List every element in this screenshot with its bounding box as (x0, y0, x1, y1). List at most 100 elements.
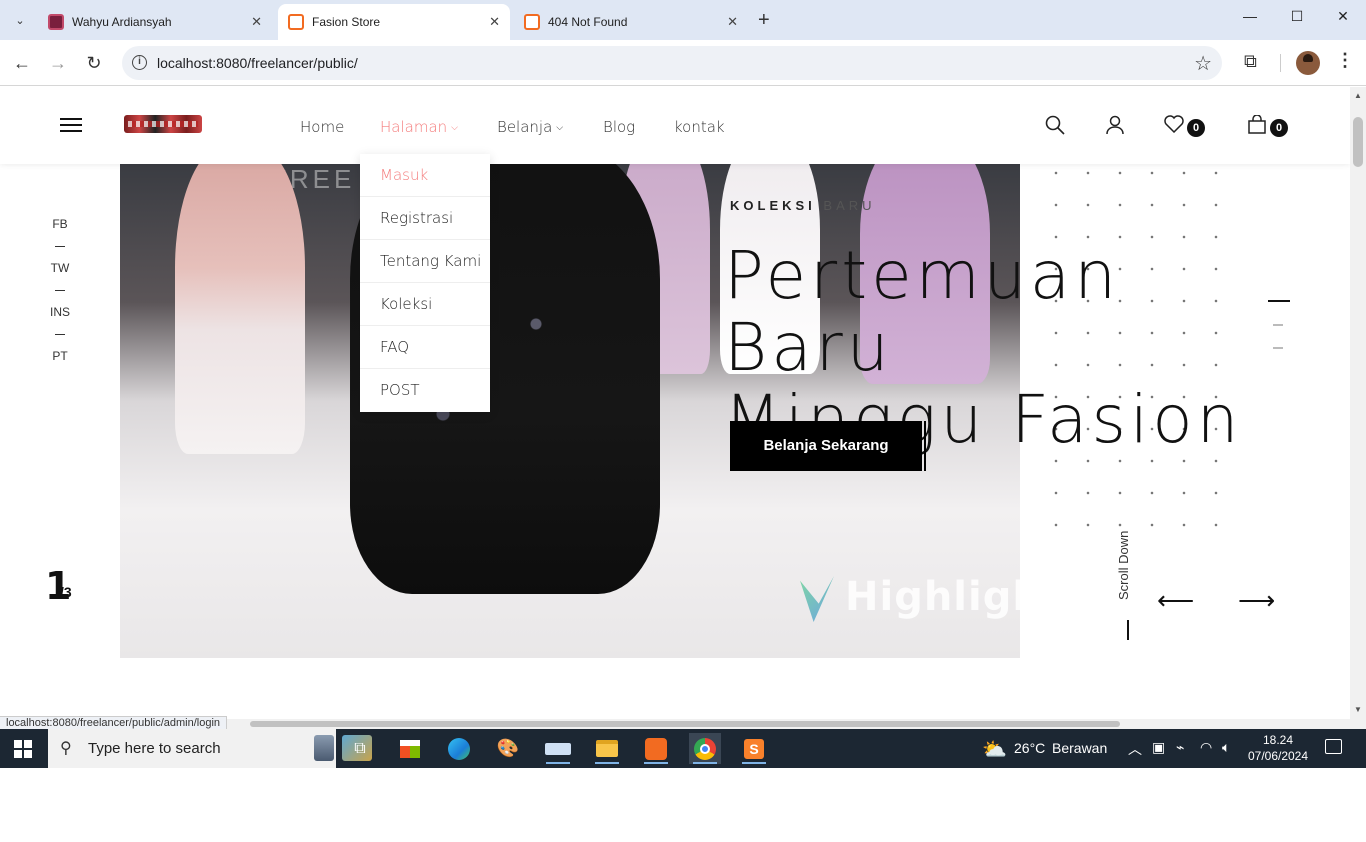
social-link-tw[interactable]: TW (40, 261, 80, 275)
cart-count-badge: 0 (1270, 119, 1288, 137)
taskbar-search-placeholder: Type here to search (88, 740, 221, 757)
nav-belanja[interactable]: Belanja ⌵ (497, 118, 563, 136)
tab-404[interactable]: 404 Not Found ✕ (514, 4, 748, 40)
xampp-icon[interactable] (640, 733, 672, 764)
shopping-bag-icon[interactable] (1247, 114, 1267, 141)
wishlist-count-badge: 0 (1187, 119, 1205, 137)
social-link-pt[interactable]: PT (40, 349, 80, 363)
dropdown-item-tentang-kami[interactable]: Tentang Kami (360, 240, 490, 283)
watermark-logo-icon (800, 576, 834, 622)
taskbar-clock[interactable]: 18.24 07/06/2024 (1240, 732, 1316, 764)
minimize-icon[interactable]: — (1238, 8, 1262, 24)
shop-button-accent (924, 421, 926, 471)
forward-icon[interactable]: → (47, 52, 69, 74)
vertical-scrollbar[interactable]: ▲ ▼ (1350, 87, 1366, 719)
windows-start-icon[interactable] (14, 740, 32, 758)
tab-fasion-store[interactable]: Fasion Store ✕ (278, 4, 510, 40)
tab-title: 404 Not Found (548, 15, 628, 29)
page-viewport: Home Halaman ⌵ Belanja ⌵ Blog kontak 0 0 M… (0, 87, 1350, 719)
social-divider (55, 246, 65, 247)
tab-title: Fasion Store (312, 15, 381, 29)
prev-slide-arrow-icon[interactable]: ⟵ (1157, 585, 1194, 616)
browser-tab-bar: ⌄ Wahyu Ardiansyah ✕ Fasion Store ✕ 404 … (0, 0, 1366, 40)
scroll-down-line (1127, 620, 1129, 640)
taskbar-search-box[interactable]: ⚲ Type here to search (48, 729, 372, 768)
hero-eyebrow-bold: KOLEKSI (730, 198, 816, 213)
dropdown-item-faq[interactable]: FAQ (360, 326, 490, 369)
address-bar[interactable]: i localhost:8080/freelancer/public/ ☆ (122, 46, 1222, 80)
microsoft-store-icon[interactable] (394, 733, 426, 764)
keyboard-app-icon[interactable] (542, 733, 574, 764)
scroll-up-icon[interactable]: ▲ (1354, 91, 1362, 100)
maximize-icon[interactable]: ☐ (1285, 8, 1309, 25)
tab-search-button[interactable]: ⌄ (8, 8, 32, 32)
social-divider (55, 334, 65, 335)
heart-icon[interactable] (1164, 115, 1184, 139)
sublime-text-icon[interactable]: S (738, 733, 770, 764)
site-logo[interactable] (124, 115, 202, 133)
site-header: Home Halaman ⌵ Belanja ⌵ Blog kontak 0 0 (0, 87, 1350, 164)
task-view-icon[interactable]: ⧉ (344, 733, 376, 764)
notification-center-icon[interactable] (1325, 739, 1342, 754)
back-icon[interactable]: ← (11, 52, 33, 74)
reload-icon[interactable]: ↻ (83, 52, 105, 74)
tab-close-icon[interactable]: ✕ (727, 14, 738, 30)
search-icon: ⚲ (60, 740, 72, 757)
tab-close-icon[interactable]: ✕ (489, 14, 500, 30)
volume-icon[interactable]: 🔈︎ (1222, 739, 1230, 756)
windows-taskbar: ⚲ Type here to search ⧉ 🎨 S ⛅ 26°C Beraw… (0, 729, 1366, 768)
extensions-icon[interactable]: ⧉ (1244, 51, 1257, 72)
scrollbar-thumb[interactable] (1353, 117, 1363, 167)
chevron-down-icon: ⌵ (556, 123, 564, 133)
dropdown-item-koleksi[interactable]: Koleksi (360, 283, 490, 326)
bookmark-star-icon[interactable]: ☆ (1194, 51, 1212, 76)
tray-expand-chevron-icon[interactable]: ︿ (1128, 739, 1142, 759)
tab-wahyu[interactable]: Wahyu Ardiansyah ✕ (38, 4, 272, 40)
dropdown-item-post[interactable]: POST (360, 369, 490, 412)
menu-kebab-icon[interactable]: ⋮ (1336, 50, 1354, 71)
scroll-down-icon[interactable]: ▼ (1354, 705, 1362, 714)
nav-halaman-label: Halaman (380, 118, 448, 136)
file-explorer-icon[interactable] (591, 733, 623, 764)
address-url[interactable]: localhost:8080/freelancer/public/ (157, 55, 358, 71)
battery-plug-icon[interactable]: ⌁ (1176, 739, 1184, 756)
weather-description[interactable]: Berawan (1052, 740, 1107, 756)
halaman-dropdown-menu: Masuk Registrasi Tentang Kami Koleksi FA… (360, 154, 490, 412)
meet-now-icon[interactable]: ▣ (1152, 739, 1165, 756)
edge-browser-icon[interactable] (443, 733, 475, 764)
paint-icon[interactable]: 🎨 (492, 733, 524, 764)
scrollbar-thumb[interactable] (250, 721, 1120, 727)
hamburger-menu-icon[interactable] (60, 118, 82, 132)
site-info-icon[interactable]: i (132, 55, 147, 70)
wifi-icon[interactable]: ◠ (1200, 739, 1212, 756)
browser-toolbar: ← → ↻ i localhost:8080/freelancer/public… (0, 40, 1366, 86)
profile-avatar[interactable] (1296, 51, 1320, 75)
tab-favicon-icon (48, 14, 64, 30)
watermark-text: Highlight (845, 574, 1020, 620)
tab-close-icon[interactable]: ✕ (251, 14, 262, 30)
next-slide-arrow-icon[interactable]: ⟶ (1238, 585, 1275, 616)
weather-temperature[interactable]: 26°C (1014, 740, 1045, 756)
chevron-down-icon: ⌵ (451, 123, 458, 133)
scroll-down-label[interactable]: Scroll Down (1116, 520, 1136, 600)
close-window-icon[interactable]: ✕ (1331, 8, 1355, 25)
search-icon[interactable] (1045, 115, 1065, 141)
social-link-fb[interactable]: FB (40, 217, 80, 231)
clock-date: 07/06/2024 (1247, 749, 1309, 763)
nav-belanja-label: Belanja (497, 118, 553, 136)
chrome-icon[interactable] (689, 733, 721, 764)
nav-kontak[interactable]: kontak (674, 118, 725, 136)
new-tab-icon[interactable]: + (758, 9, 770, 31)
nav-blog[interactable]: Blog (603, 118, 635, 136)
dropdown-item-registrasi[interactable]: Registrasi (360, 197, 490, 240)
dropdown-item-masuk[interactable]: Masuk (360, 154, 490, 197)
hero-headline-line1: Pertemuan Baru (724, 237, 1121, 386)
status-bar-url: localhost:8080/freelancer/public/admin/l… (0, 716, 228, 730)
nav-home[interactable]: Home (300, 118, 344, 136)
weather-cloud-icon[interactable]: ⛅ (982, 737, 1007, 762)
social-link-ins[interactable]: INS (40, 305, 80, 319)
shop-now-button[interactable]: Belanja Sekarang (730, 421, 922, 471)
tab-favicon-icon (288, 14, 304, 30)
user-icon[interactable] (1106, 115, 1124, 141)
nav-halaman[interactable]: Halaman ⌵ (380, 118, 458, 136)
